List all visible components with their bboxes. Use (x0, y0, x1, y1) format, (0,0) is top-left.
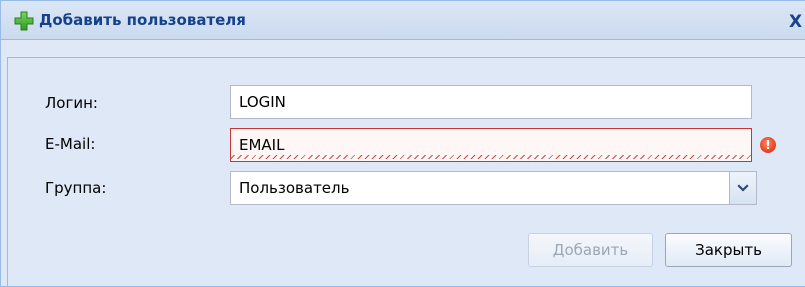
add-user-window: Добавить пользователя X Логин: LOGIN E-M… (0, 0, 805, 287)
chevron-down-icon (737, 184, 749, 192)
group-select[interactable]: Пользователь (230, 171, 757, 205)
close-window-button[interactable]: X (789, 12, 805, 32)
error-icon: ! (760, 137, 776, 153)
group-select-value: Пользователь (239, 179, 350, 197)
group-label: Группа: (45, 179, 107, 197)
window-body: Логин: LOGIN E-Mail: EMAIL ! Группа: Пол… (7, 57, 805, 286)
group-dropdown-trigger[interactable] (729, 172, 756, 204)
close-button[interactable]: Закрыть (665, 233, 792, 267)
add-button[interactable]: Добавить (528, 233, 653, 267)
window-header: Добавить пользователя X (1, 1, 805, 40)
email-invalid-underline (231, 155, 751, 159)
login-field[interactable]: LOGIN (230, 85, 752, 119)
email-label: E-Mail: (45, 135, 96, 153)
window-title: Добавить пользователя (39, 11, 246, 29)
plus-icon (13, 10, 35, 32)
add-user-form: Логин: LOGIN E-Mail: EMAIL ! Группа: Пол… (8, 58, 805, 286)
login-label: Логин: (45, 94, 98, 112)
